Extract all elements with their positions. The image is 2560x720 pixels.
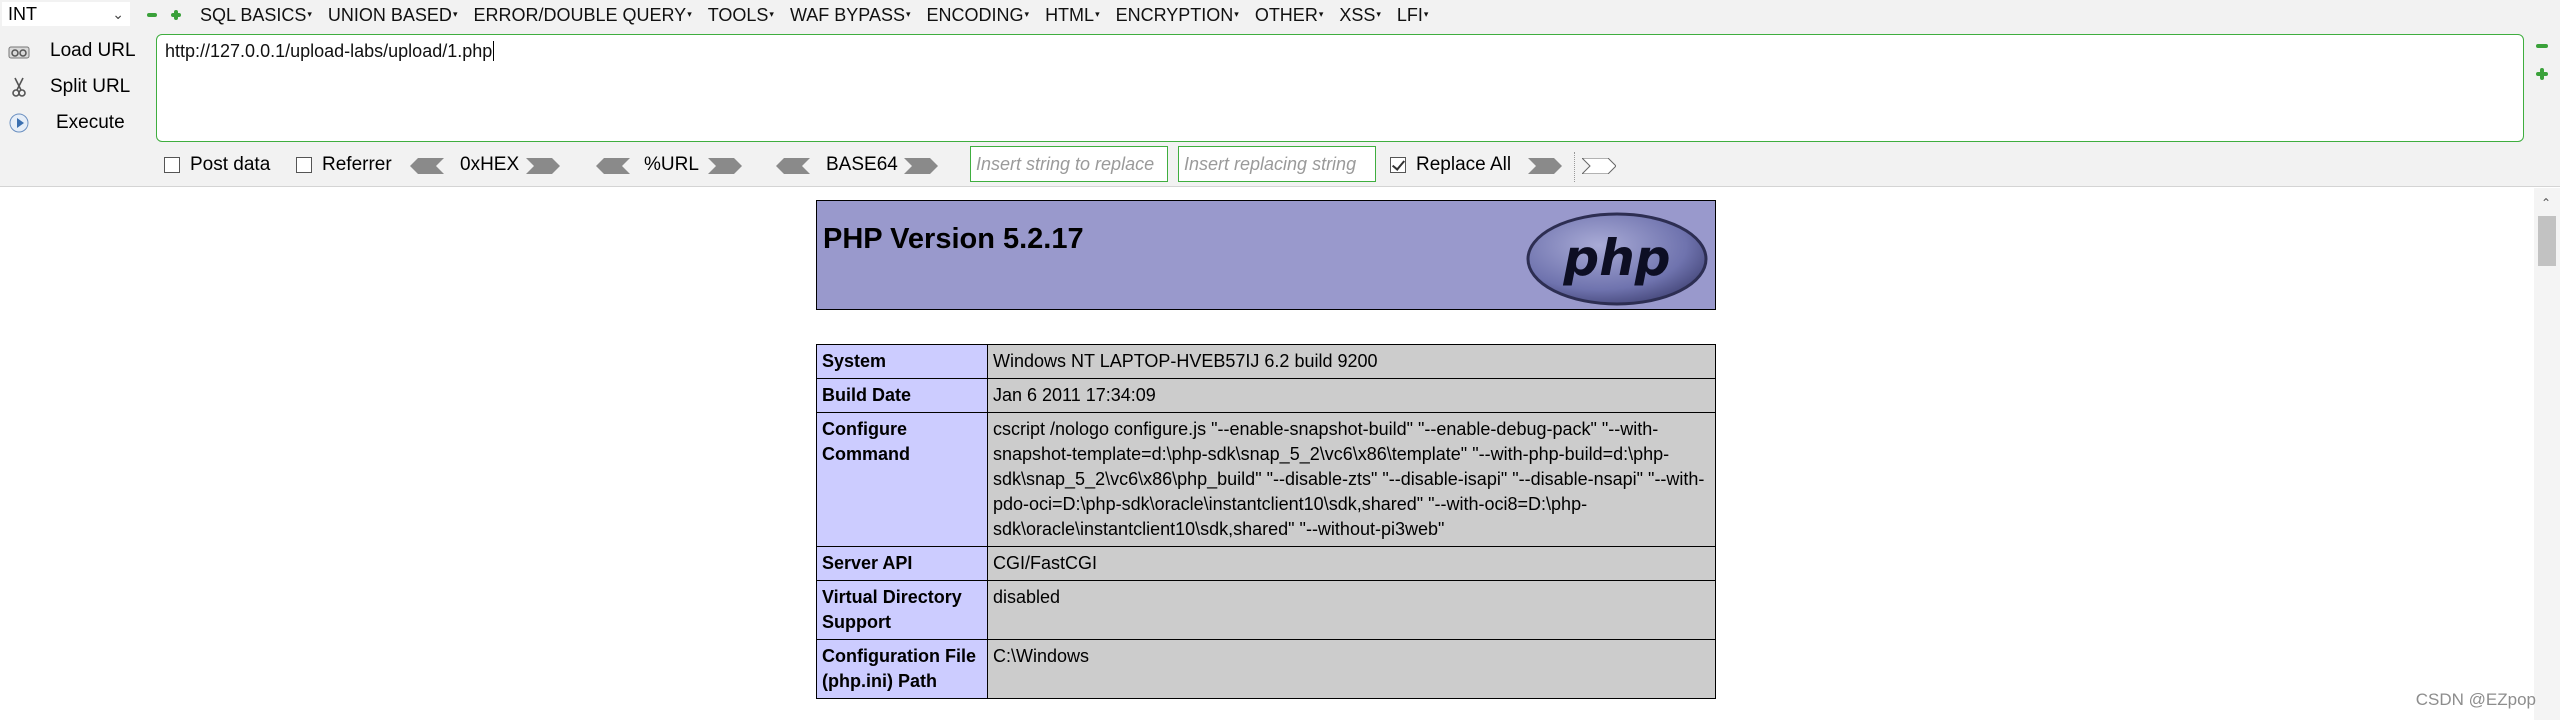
- injection-type-value: INT: [8, 4, 37, 24]
- referrer-option[interactable]: Referrer: [296, 150, 392, 180]
- load-url-icon: [8, 40, 30, 62]
- php-logo-text: php: [1562, 229, 1670, 287]
- menu-encoding[interactable]: ENCODING▾: [927, 5, 1030, 26]
- hackbar-menu: SQL BASICS▾ UNION BASED▾ ERROR/DOUBLE QU…: [200, 0, 1444, 30]
- table-row: Configure Command cscript /nologo config…: [816, 412, 1716, 547]
- phpinfo-header: PHP Version 5.2.17 php: [816, 200, 1716, 310]
- referrer-checkbox[interactable]: [296, 157, 312, 173]
- url-textarea[interactable]: http://127.0.0.1/upload-labs/upload/1.ph…: [156, 34, 2524, 142]
- url-value: http://127.0.0.1/upload-labs/upload/1.ph…: [165, 41, 493, 61]
- menu-label: XSS: [1339, 4, 1376, 25]
- row-value: C:\Windows: [987, 639, 1716, 699]
- row-value: Jan 6 2011 17:34:09: [987, 378, 1716, 413]
- menu-label: SQL BASICS: [200, 4, 307, 25]
- base64-encode-arrow-icon[interactable]: [904, 158, 938, 174]
- menu-label: ENCRYPTION: [1115, 4, 1234, 25]
- menu-sql-basics[interactable]: SQL BASICS▾: [200, 5, 312, 26]
- php-version-title: PHP Version 5.2.17: [823, 223, 1084, 255]
- menu-label: LFI: [1396, 4, 1423, 25]
- menu-html[interactable]: HTML▾: [1045, 5, 1100, 26]
- menu-label: TOOLS: [707, 4, 769, 25]
- row-key: Configuration File (php.ini) Path: [816, 639, 988, 699]
- row-value: Windows NT LAPTOP-HVEB57IJ 6.2 build 920…: [987, 344, 1716, 379]
- menu-other[interactable]: OTHER▾: [1255, 5, 1324, 26]
- row-key: Server API: [816, 546, 988, 581]
- injection-type-select[interactable]: INT ⌄: [2, 2, 130, 26]
- replace-execute-arrow-icon[interactable]: [1528, 158, 1562, 174]
- menu-error-double-query[interactable]: ERROR/DOUBLE QUERY▾: [473, 5, 691, 26]
- url-text: http://127.0.0.1/upload-labs/upload/1.ph…: [165, 41, 495, 62]
- load-url-button[interactable]: Load URL: [0, 36, 150, 66]
- split-url-button[interactable]: Split URL: [0, 72, 150, 102]
- load-url-label: Load URL: [50, 40, 136, 61]
- menu-union-based[interactable]: UNION BASED▾: [328, 5, 458, 26]
- hackbar-options: Post data Referrer 0xHEX %URL BASE64 Ins…: [0, 146, 2560, 182]
- php-logo: php: [1526, 212, 1708, 306]
- menu-tools[interactable]: TOOLS▾: [708, 5, 774, 26]
- enlarge-plus-icon[interactable]: [170, 9, 182, 21]
- hackbar-menubar: INT ⌄ SQL BASICS▾ UNION BASED▾ ERROR/DOU…: [0, 0, 2560, 30]
- replace-all-label: Replace All: [1416, 154, 1512, 175]
- replace-from-input[interactable]: Insert string to replace: [970, 146, 1168, 182]
- collapse-minus-icon[interactable]: [2536, 44, 2548, 48]
- post-data-label: Post data: [190, 154, 271, 175]
- url-encode-label: %URL: [644, 154, 699, 175]
- execute-button[interactable]: Execute: [0, 108, 150, 138]
- menu-encryption[interactable]: ENCRYPTION▾: [1116, 5, 1239, 26]
- chevron-down-icon: ⌄: [112, 6, 124, 22]
- base64-label: BASE64: [826, 154, 898, 175]
- replace-all-checkbox[interactable]: [1390, 157, 1406, 173]
- scrollbar-thumb[interactable]: [2538, 216, 2556, 266]
- replace-to-placeholder: Insert replacing string: [1184, 154, 1357, 174]
- menu-label: ENCODING: [926, 4, 1024, 25]
- split-url-label: Split URL: [50, 76, 131, 97]
- replace-from-placeholder: Insert string to replace: [976, 154, 1155, 174]
- row-key: Build Date: [816, 378, 988, 413]
- post-data-option[interactable]: Post data: [164, 150, 270, 180]
- row-key: Virtual Directory Support: [816, 580, 988, 640]
- url-decode-arrow-icon[interactable]: [596, 158, 630, 174]
- expand-plus-icon[interactable]: [2536, 68, 2548, 80]
- url-encode-arrow-icon[interactable]: [708, 158, 742, 174]
- menu-lfi[interactable]: LFI▾: [1397, 5, 1429, 26]
- hex-decode-arrow-icon[interactable]: [410, 158, 444, 174]
- replace-all-option[interactable]: Replace All: [1390, 150, 1511, 180]
- text-caret: [493, 41, 495, 61]
- phpinfo-table: System Windows NT LAPTOP-HVEB57IJ 6.2 bu…: [816, 344, 1716, 699]
- replace-to-input[interactable]: Insert replacing string: [1178, 146, 1376, 182]
- row-value: disabled: [987, 580, 1716, 640]
- menu-label: UNION BASED: [327, 4, 452, 25]
- row-value: CGI/FastCGI: [987, 546, 1716, 581]
- menu-label: HTML: [1045, 4, 1095, 25]
- hex-label: 0xHEX: [460, 154, 520, 175]
- csdn-watermark: CSDN @EZpop: [2415, 690, 2536, 709]
- table-row: Build Date Jan 6 2011 17:34:09: [816, 378, 1716, 413]
- menu-xss[interactable]: XSS▾: [1339, 5, 1381, 26]
- referrer-label: Referrer: [322, 154, 392, 175]
- table-row: Configuration File (php.ini) Path C:\Win…: [816, 639, 1716, 699]
- row-key: System: [816, 344, 988, 379]
- toolbar-divider: [1574, 152, 1575, 182]
- post-data-checkbox[interactable]: [164, 157, 180, 173]
- menu-label: OTHER: [1254, 4, 1318, 25]
- table-row: Virtual Directory Support disabled: [816, 580, 1716, 640]
- row-key: Configure Command: [816, 412, 988, 547]
- page-scrollbar[interactable]: ⌃: [2534, 188, 2560, 720]
- menu-label: WAF BYPASS: [789, 4, 905, 25]
- menu-label: ERROR/DOUBLE QUERY: [473, 4, 687, 25]
- table-row: System Windows NT LAPTOP-HVEB57IJ 6.2 bu…: [816, 344, 1716, 379]
- shrink-minus-icon[interactable]: [146, 9, 158, 21]
- menu-waf-bypass[interactable]: WAF BYPASS▾: [790, 5, 911, 26]
- scissors-icon: [8, 76, 30, 98]
- table-row: Server API CGI/FastCGI: [816, 546, 1716, 581]
- scroll-up-arrow-icon[interactable]: ⌃: [2541, 196, 2551, 210]
- replace-next-arrow-icon[interactable]: [1582, 158, 1616, 174]
- hackbar-panel: INT ⌄ SQL BASICS▾ UNION BASED▾ ERROR/DOU…: [0, 0, 2560, 187]
- row-value: cscript /nologo configure.js "--enable-s…: [987, 412, 1716, 547]
- base64-decode-arrow-icon[interactable]: [776, 158, 810, 174]
- play-icon: [8, 112, 30, 134]
- hex-encode-arrow-icon[interactable]: [526, 158, 560, 174]
- execute-label: Execute: [56, 112, 125, 133]
